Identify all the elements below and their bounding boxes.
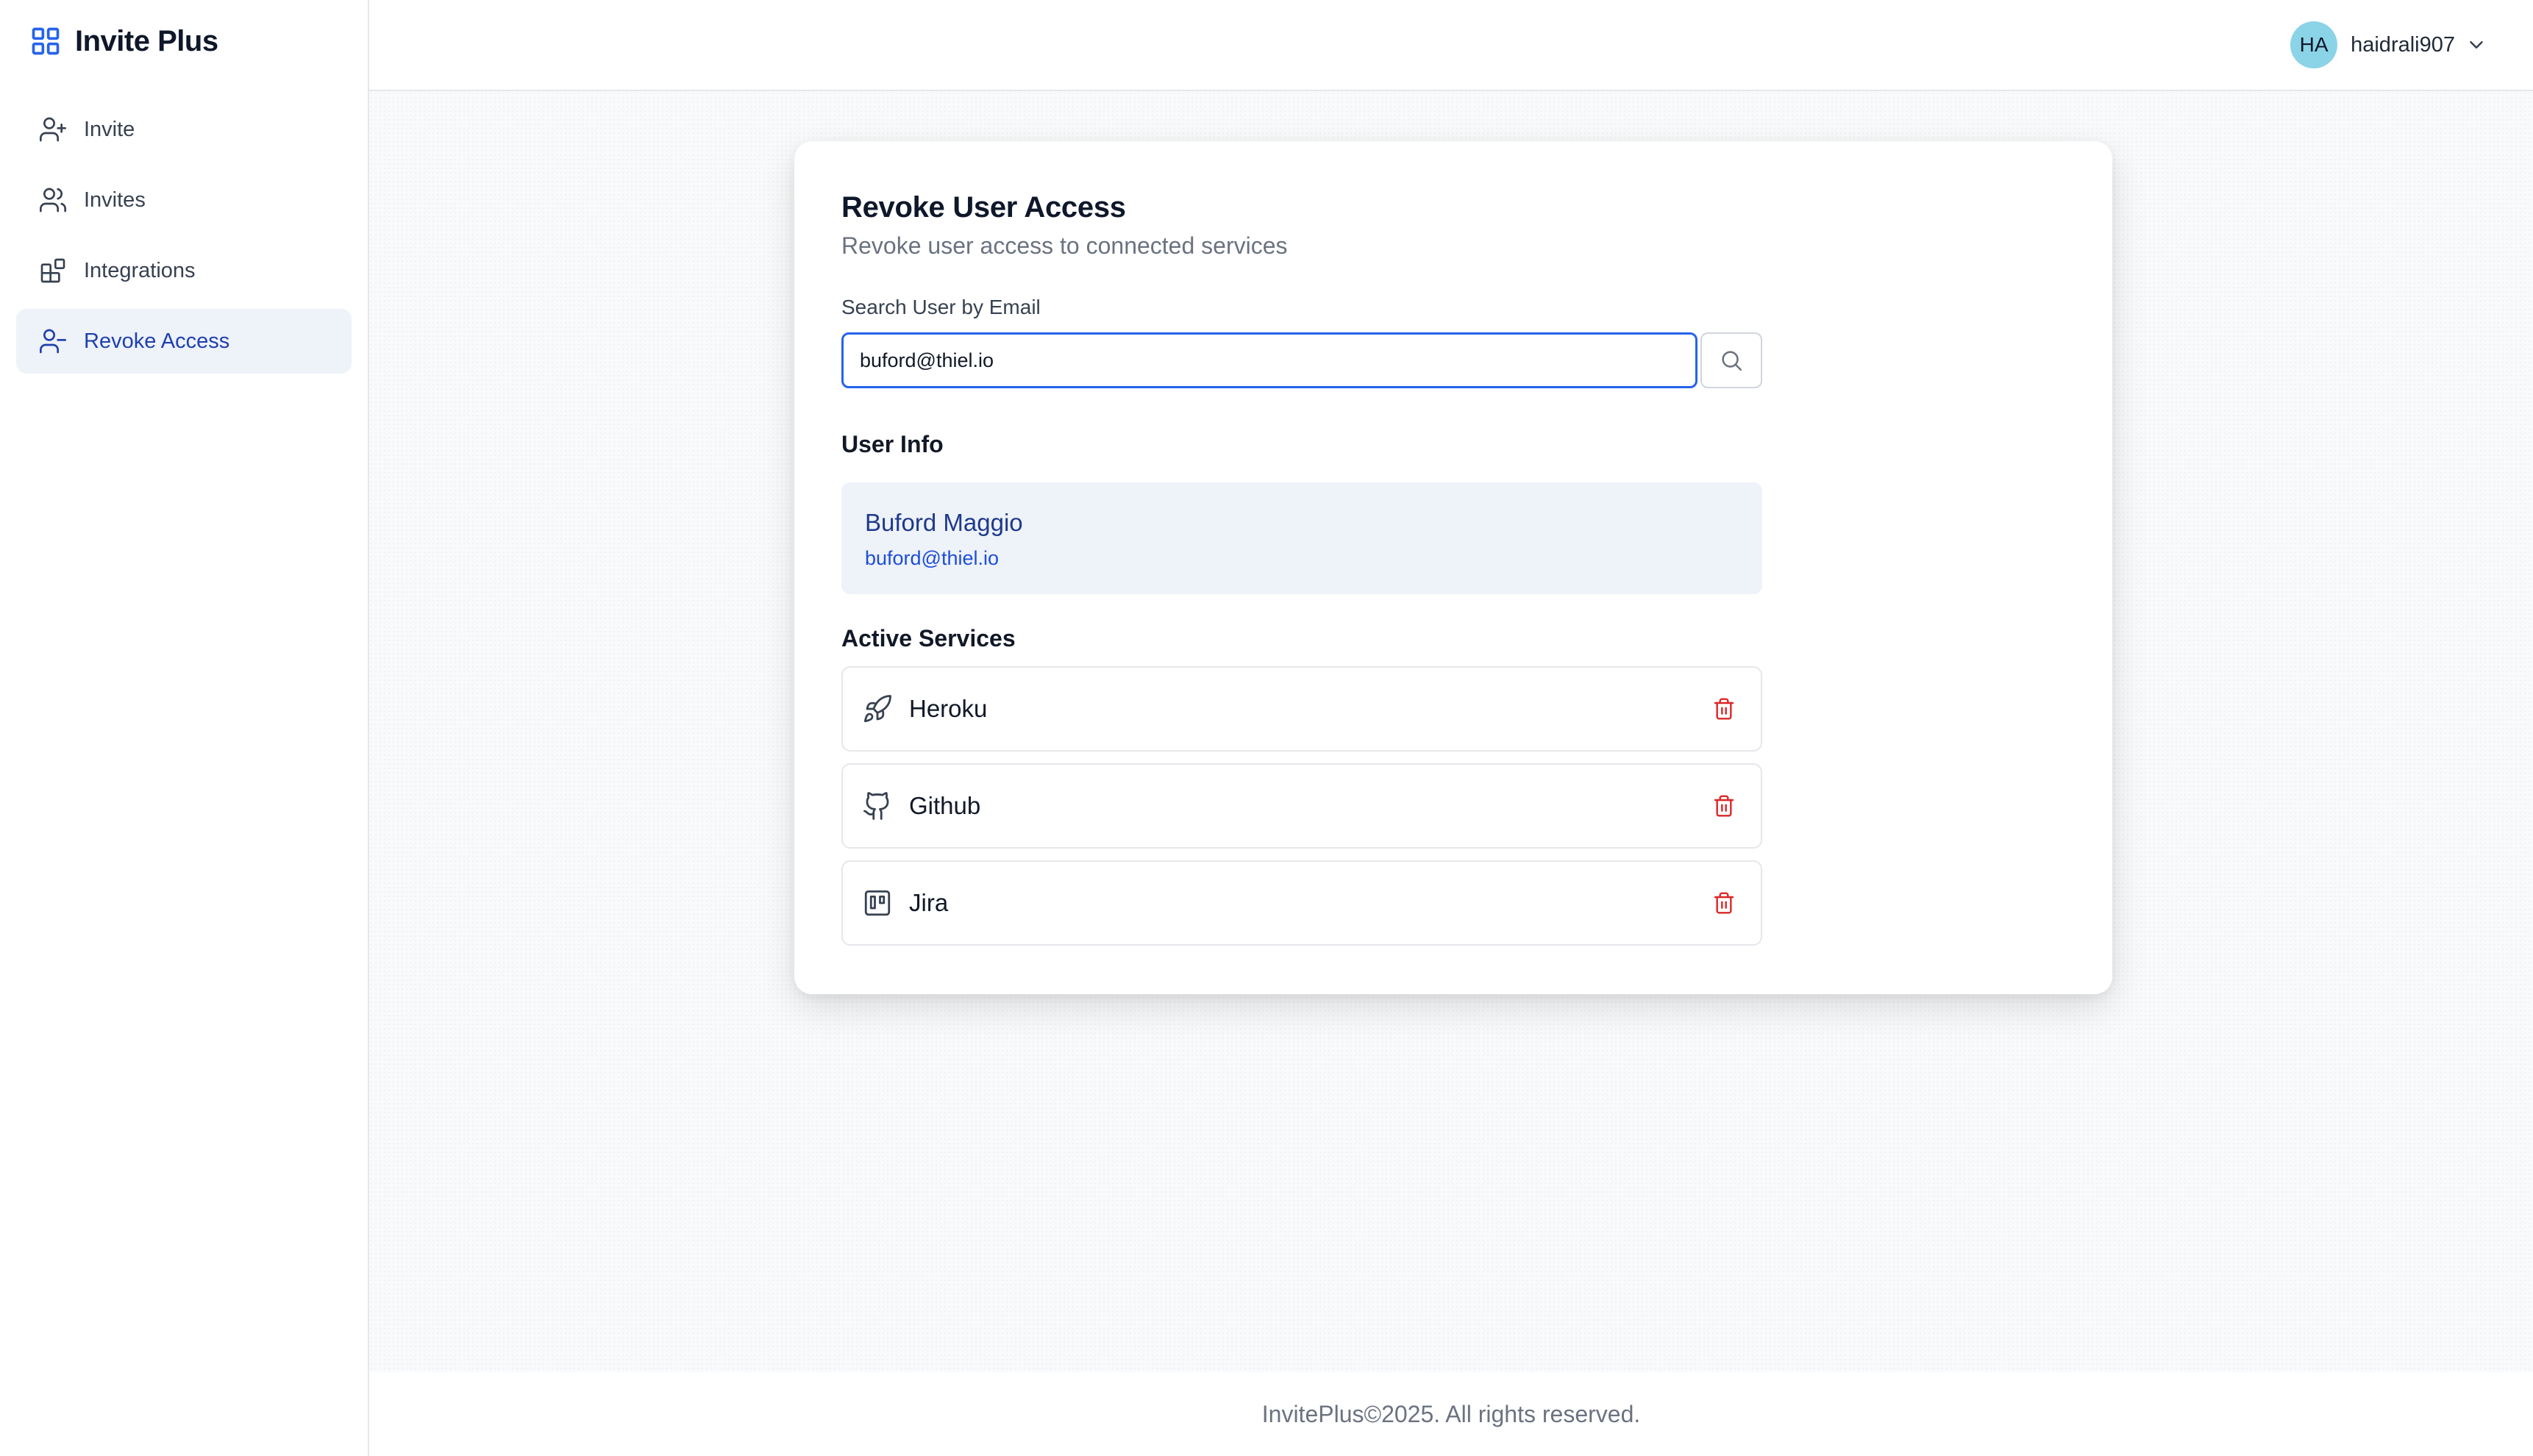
footer-text: InvitePlus©2025. All rights reserved.	[1261, 1400, 1641, 1427]
search-email-input[interactable]	[841, 332, 1697, 388]
trash-icon	[1714, 698, 1734, 720]
users-icon	[40, 188, 66, 213]
sidebar-item-invites[interactable]: Invites	[16, 168, 352, 232]
user-name: Buford Maggio	[865, 509, 1023, 536]
avatar: HA	[2290, 21, 2338, 68]
revoke-access-card: Revoke User Access Revoke user access to…	[794, 141, 2112, 994]
footer: InvitePlus©2025. All rights reserved.	[369, 1372, 2533, 1456]
revoke-jira-button[interactable]	[1706, 885, 1742, 921]
user-info-panel: Buford Maggio buford@thiel.io	[841, 482, 1762, 594]
sidebar-item-revoke-access[interactable]: Revoke Access	[16, 309, 352, 374]
search-icon	[1722, 351, 1742, 371]
user-menu[interactable]: HA haidrali907	[2290, 21, 2487, 68]
app-root: Invite Plus Invite Invites Integrations …	[0, 0, 2533, 1456]
service-row-github: Github	[841, 763, 1762, 849]
service-row-jira: Jira	[841, 860, 1762, 946]
trash-icon	[1714, 795, 1734, 817]
rocket-icon	[863, 695, 891, 723]
service-name: Jira	[909, 889, 949, 916]
user-info-title: User Info	[841, 431, 944, 457]
sidebar-item-label: Integrations	[84, 258, 196, 282]
page-subtitle: Revoke user access to connected services	[841, 232, 1288, 259]
chevron-down-icon	[2470, 41, 2483, 49]
github-icon	[863, 792, 889, 820]
revoke-github-button[interactable]	[1706, 788, 1742, 824]
kanban-icon	[864, 890, 891, 916]
trash-icon	[1714, 892, 1734, 914]
app-title: Invite Plus	[75, 24, 218, 57]
service-name: Heroku	[909, 695, 988, 722]
top-bar: HA haidrali907	[369, 0, 2533, 91]
grid-logo-icon	[32, 27, 60, 55]
sidebar-item-integrations[interactable]: Integrations	[16, 238, 352, 303]
sidebar-nav: Invite Invites Integrations Revoke Acces…	[0, 82, 368, 374]
content-area: Revoke User Access Revoke user access to…	[369, 91, 2533, 1372]
service-row-heroku: Heroku	[841, 666, 1762, 752]
user-minus-icon	[40, 329, 66, 354]
revoke-heroku-button[interactable]	[1706, 691, 1742, 727]
user-plus-icon	[40, 117, 66, 142]
blocks-icon	[40, 258, 65, 283]
sidebar-item-label: Invites	[84, 188, 146, 212]
active-services-title: Active Services	[841, 625, 1016, 652]
sidebar: Invite Plus Invite Invites Integrations …	[0, 0, 369, 1456]
main-column: HA haidrali907 Revoke User Access Revoke…	[369, 0, 2533, 1456]
search-button[interactable]	[1700, 332, 1762, 388]
sidebar-item-invite[interactable]: Invite	[16, 97, 352, 162]
user-email: buford@thiel.io	[865, 547, 1000, 569]
service-name: Github	[909, 792, 981, 819]
page-title: Revoke User Access	[841, 191, 1126, 224]
sidebar-item-label: Revoke Access	[84, 329, 230, 353]
brand[interactable]: Invite Plus	[0, 0, 368, 82]
search-label: Search User by Email	[841, 296, 1041, 318]
sidebar-item-label: Invite	[84, 117, 135, 141]
username: haidrali907	[2351, 32, 2455, 57]
